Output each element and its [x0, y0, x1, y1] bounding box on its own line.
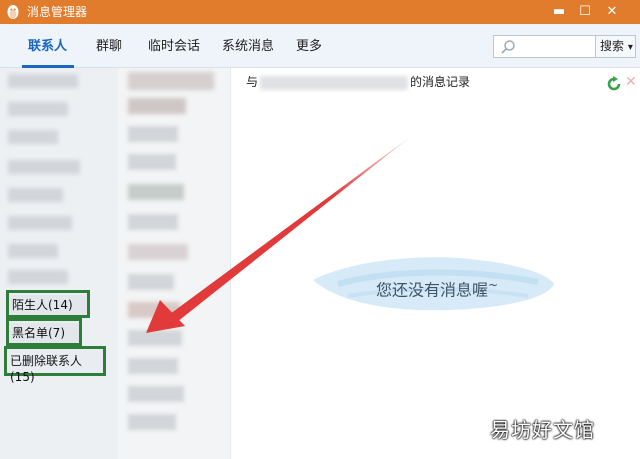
tab-system-messages[interactable]: 系统消息	[222, 38, 274, 56]
empty-state-message: 您还没有消息喔~	[376, 275, 498, 300]
contact-item-blurred[interactable]	[8, 130, 58, 144]
conversation-item-blurred[interactable]	[128, 330, 182, 346]
tab-temp-session[interactable]: 临时会话	[148, 38, 200, 56]
tab-more[interactable]: 更多	[296, 38, 322, 56]
conversation-item-blurred[interactable]	[128, 386, 184, 402]
contact-item-blurred[interactable]	[8, 102, 68, 116]
search-button-label: 搜索	[600, 39, 625, 53]
contact-item-blurred[interactable]	[8, 74, 78, 88]
conversation-item-blurred[interactable]	[128, 302, 180, 318]
group-blacklist[interactable]: 黑名单(7)	[6, 318, 82, 346]
search-icon	[501, 40, 515, 54]
empty-state-tilde: ~	[488, 278, 499, 292]
group-deleted-contacts[interactable]: 已删除联系人(15)	[4, 346, 106, 384]
conversation-item-blurred[interactable]	[128, 414, 176, 430]
conversation-item-blurred[interactable]	[128, 184, 184, 200]
conversation-item-blurred[interactable]	[128, 274, 174, 290]
refresh-icon[interactable]	[606, 76, 622, 92]
conversation-item-blurred[interactable]	[128, 358, 178, 374]
search-button[interactable]: 搜索 ▾	[596, 35, 636, 58]
search-input[interactable]	[493, 35, 596, 58]
conversation-item-blurred[interactable]	[128, 72, 214, 90]
empty-state-message-text: 您还没有消息喔	[376, 280, 489, 300]
conversation-list[interactable]	[118, 68, 230, 459]
group-blacklist-label: 黑名单(7)	[9, 323, 79, 343]
tab-bar: 联系人 群聊 临时会话 系统消息 更多 搜索 ▾	[0, 24, 640, 68]
contact-item-blurred[interactable]	[8, 160, 80, 174]
minimize-button[interactable]: ▬	[548, 2, 570, 22]
conversation-item-blurred[interactable]	[128, 126, 178, 142]
tab-group-chat[interactable]: 群聊	[96, 38, 122, 56]
contact-item-blurred[interactable]	[8, 188, 63, 202]
watermark-text: 易坊好文馆	[490, 418, 595, 442]
contact-name-blurred	[260, 75, 409, 90]
chevron-down-icon[interactable]: ▾	[628, 42, 633, 53]
contact-list[interactable]	[0, 68, 118, 459]
window-title: 消息管理器	[27, 5, 88, 19]
group-strangers[interactable]: 陌生人(14)	[6, 290, 90, 318]
contact-item-blurred[interactable]	[8, 270, 68, 284]
close-icon[interactable]: ✕	[625, 73, 639, 91]
chat-header: 与 的消息记录	[246, 74, 470, 90]
close-window-button[interactable]: ✕	[601, 2, 623, 22]
title-bar[interactable]: 消息管理器 ▬ ☐ ✕	[0, 0, 640, 24]
conversation-item-blurred[interactable]	[128, 154, 176, 170]
group-strangers-label: 陌生人(14)	[9, 295, 87, 315]
contact-item-blurred[interactable]	[8, 244, 58, 258]
maximize-button[interactable]: ☐	[574, 2, 596, 22]
message-manager-window: 消息管理器 ▬ ☐ ✕ 联系人 群聊 临时会话 系统消息 更多 搜索 ▾ 陌生人…	[0, 0, 640, 459]
qq-penguin-icon	[7, 5, 19, 19]
conversation-item-blurred[interactable]	[128, 98, 186, 114]
chat-header-prefix: 与	[246, 75, 259, 89]
conversation-item-blurred[interactable]	[128, 214, 178, 230]
conversation-item-blurred[interactable]	[128, 244, 188, 260]
contact-item-blurred[interactable]	[8, 216, 72, 230]
chat-header-suffix: 的消息记录	[410, 75, 471, 89]
tab-contacts[interactable]: 联系人	[28, 38, 67, 56]
panel-divider[interactable]	[230, 68, 231, 459]
